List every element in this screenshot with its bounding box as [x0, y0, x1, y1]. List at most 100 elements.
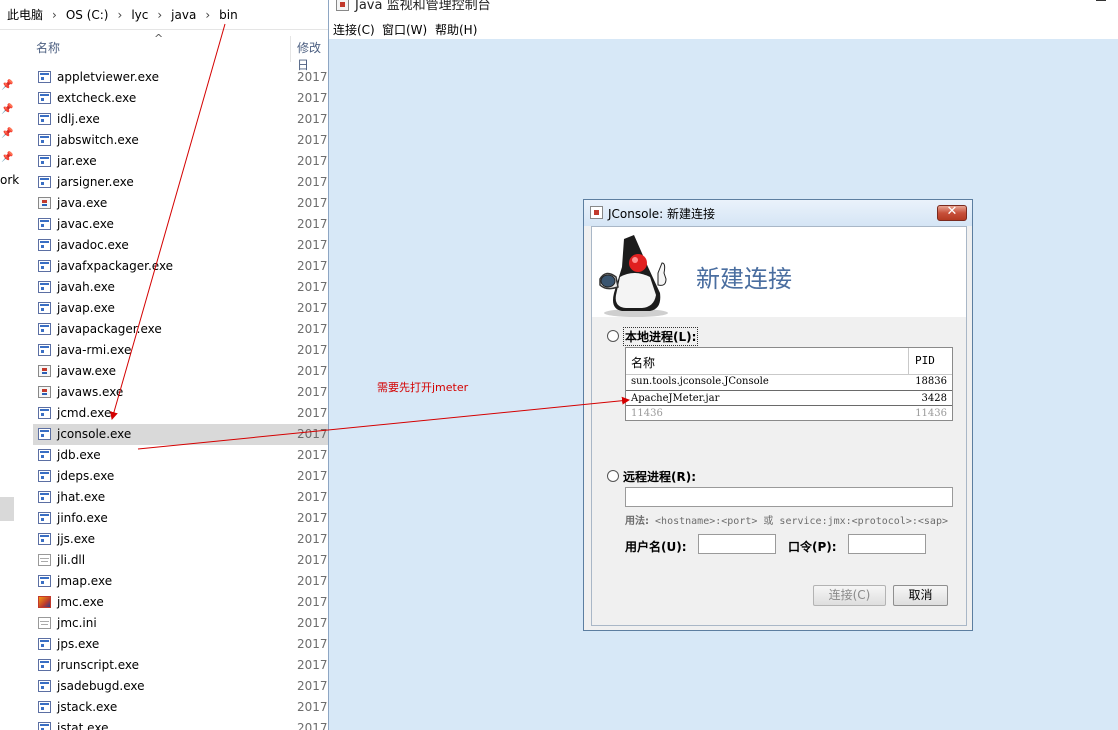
process-table-header: 名称 PID: [626, 348, 952, 375]
file-row[interactable]: jmc.ini 2017: [33, 613, 328, 634]
pin-icon[interactable]: 📌: [1, 128, 13, 140]
remote-process-label[interactable]: 远程进程(R):: [623, 468, 696, 485]
menu-connection[interactable]: 连接(C): [333, 21, 375, 38]
file-name: jstat.exe: [57, 721, 109, 730]
password-input[interactable]: [848, 534, 926, 554]
annotation-text: 需要先打开jmeter: [377, 381, 469, 394]
exe-icon: [38, 260, 51, 272]
process-name-header[interactable]: 名称: [631, 354, 655, 371]
nav-selected-item[interactable]: [0, 497, 14, 521]
file-row[interactable]: jmc.exe 2017: [33, 592, 328, 613]
process-row[interactable]: 11436 11436: [626, 406, 952, 422]
exe-icon: [38, 491, 51, 503]
username-input[interactable]: [698, 534, 776, 554]
file-row[interactable]: jrunscript.exe 2017: [33, 655, 328, 676]
remote-process-input[interactable]: [625, 487, 953, 507]
close-button[interactable]: ✕: [937, 204, 967, 221]
column-header-name[interactable]: 名称: [36, 39, 60, 56]
file-row[interactable]: jsadebugd.exe 2017: [33, 676, 328, 697]
local-process-option[interactable]: 本地进程(L):: [607, 326, 699, 346]
file-row[interactable]: jstat.exe 2017: [33, 718, 328, 730]
file-row[interactable]: javaw.exe 2017: [33, 361, 328, 382]
file-row[interactable]: jinfo.exe 2017: [33, 508, 328, 529]
file-row[interactable]: jhat.exe 2017: [33, 487, 328, 508]
exe-icon: [38, 428, 51, 440]
exe-icon: [38, 71, 51, 83]
exe-icon: [38, 575, 51, 587]
file-row[interactable]: javah.exe 2017: [33, 277, 328, 298]
process-row[interactable]: ApacheJMeter.jar 3428: [626, 390, 952, 406]
cancel-button[interactable]: 取消: [893, 585, 948, 606]
pin-icon[interactable]: 📌: [1, 104, 13, 116]
remote-process-option[interactable]: 远程进程(R):: [607, 467, 696, 485]
file-row[interactable]: jdeps.exe 2017: [33, 466, 328, 487]
file-row[interactable]: java.exe 2017: [33, 193, 328, 214]
file-row[interactable]: javadoc.exe 2017: [33, 235, 328, 256]
file-row[interactable]: jjs.exe 2017: [33, 529, 328, 550]
process-pid: 11436: [915, 408, 947, 419]
menu-window[interactable]: 窗口(W): [382, 21, 427, 38]
file-row[interactable]: jstack.exe 2017: [33, 697, 328, 718]
breadcrumb-bin[interactable]: bin: [219, 8, 238, 22]
minimize-icon[interactable]: [1096, 0, 1106, 1]
breadcrumb-separator-icon[interactable]: ›: [118, 8, 123, 22]
jconsole-title-bar[interactable]: Java 监视和管理控制台: [329, 0, 1118, 18]
file-row[interactable]: javap.exe 2017: [33, 298, 328, 319]
column-divider[interactable]: [908, 348, 909, 374]
pin-icon[interactable]: 📌: [1, 80, 13, 92]
process-pid-header[interactable]: PID: [915, 354, 935, 367]
column-header: 名称 ^ 修改日: [20, 32, 328, 72]
breadcrumb-separator-icon[interactable]: ›: [205, 8, 210, 22]
file-row[interactable]: jabswitch.exe 2017: [33, 130, 328, 151]
file-date: 2017: [297, 700, 328, 714]
file-date: 2017: [297, 238, 328, 252]
file-row[interactable]: java-rmi.exe 2017: [33, 340, 328, 361]
file-row[interactable]: jarsigner.exe 2017: [33, 172, 328, 193]
nav-item-label[interactable]: ork: [0, 173, 19, 187]
exe-icon: [38, 239, 51, 251]
breadcrumb-separator-icon[interactable]: ›: [52, 8, 57, 22]
exe-icon: [38, 512, 51, 524]
remote-process-radio[interactable]: [607, 470, 619, 482]
process-row[interactable]: sun.tools.jconsole.JConsole 18836: [626, 374, 952, 390]
file-row[interactable]: javafxpackager.exe 2017: [33, 256, 328, 277]
file-row[interactable]: javaws.exe 2017: [33, 382, 328, 403]
breadcrumb-drive[interactable]: OS (C:): [66, 8, 109, 22]
file-row[interactable]: jcmd.exe 2017: [33, 403, 328, 424]
breadcrumb-lyc[interactable]: lyc: [131, 8, 148, 22]
breadcrumb-this-pc[interactable]: 此电脑: [7, 6, 43, 23]
address-bar[interactable]: 此电脑 › OS (C:) › lyc › java › bin: [0, 0, 328, 30]
file-name: jmc.ini: [57, 616, 97, 630]
file-row[interactable]: javapackager.exe 2017: [33, 319, 328, 340]
file-row[interactable]: jconsole.exe 2017: [33, 424, 328, 445]
file-row[interactable]: jps.exe 2017: [33, 634, 328, 655]
connect-button[interactable]: 连接(C): [813, 585, 886, 606]
local-process-label[interactable]: 本地进程(L):: [623, 326, 699, 346]
file-row[interactable]: appletviewer.exe 2017: [33, 67, 328, 88]
file-row[interactable]: jli.dll 2017: [33, 550, 328, 571]
column-divider[interactable]: [290, 36, 291, 62]
dll-icon: [38, 554, 51, 566]
file-name: javaw.exe: [57, 364, 116, 378]
file-date: 2017: [297, 658, 328, 672]
file-row[interactable]: extcheck.exe 2017: [33, 88, 328, 109]
file-name: jabswitch.exe: [57, 133, 139, 147]
file-date: 2017: [297, 70, 328, 84]
file-date: 2017: [297, 469, 328, 483]
menu-help[interactable]: 帮助(H): [435, 21, 477, 38]
file-row[interactable]: jar.exe 2017: [33, 151, 328, 172]
breadcrumb-separator-icon[interactable]: ›: [157, 8, 162, 22]
exe-icon: [38, 659, 51, 671]
file-row[interactable]: jmap.exe 2017: [33, 571, 328, 592]
process-name: ApacheJMeter.jar: [631, 393, 720, 404]
file-row[interactable]: idlj.exe 2017: [33, 109, 328, 130]
sort-ascending-icon: ^: [154, 32, 164, 45]
local-process-radio[interactable]: [607, 330, 619, 342]
file-name: javafxpackager.exe: [57, 259, 174, 273]
file-row[interactable]: javac.exe 2017: [33, 214, 328, 235]
exe-icon: [38, 323, 51, 335]
file-row[interactable]: jdb.exe 2017: [33, 445, 328, 466]
pin-icon[interactable]: 📌: [1, 152, 13, 164]
breadcrumb-java[interactable]: java: [171, 8, 196, 22]
dialog-title-bar[interactable]: JConsole: 新建连接 ✕: [584, 200, 972, 226]
